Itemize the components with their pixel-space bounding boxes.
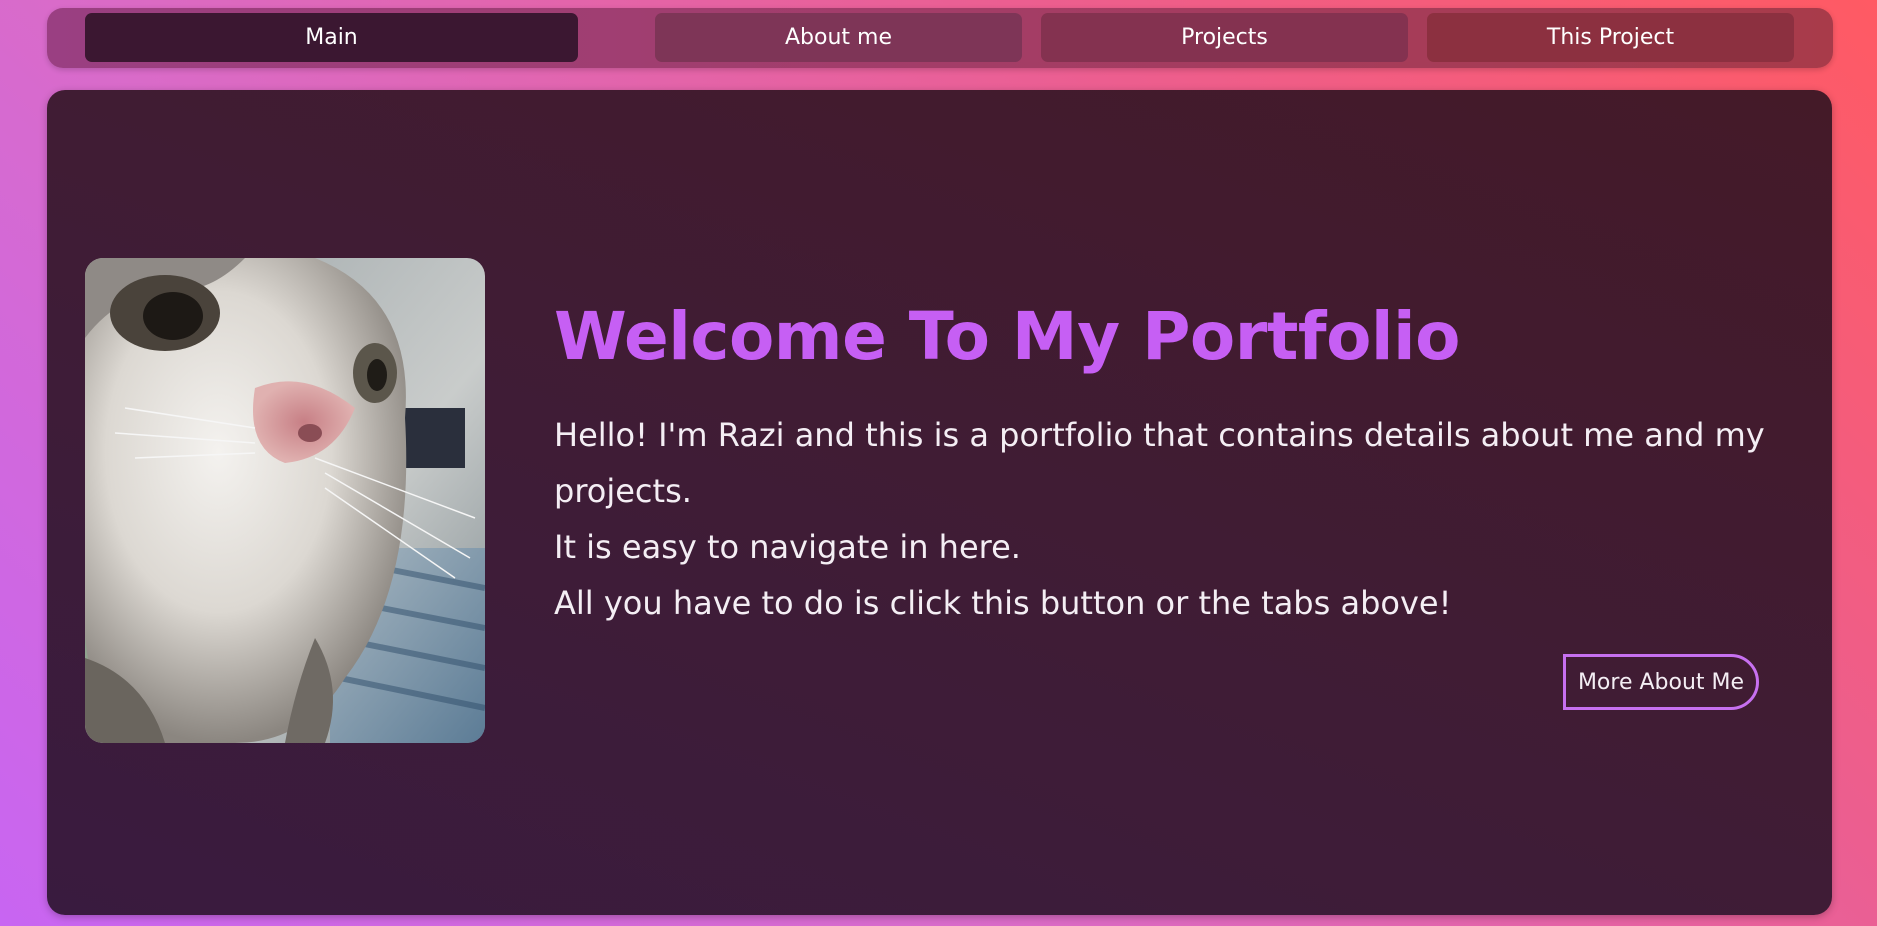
hero-card: Welcome To My Portfolio Hello! I'm Razi … [47, 90, 1832, 915]
page-title: Welcome To My Portfolio [554, 298, 1461, 375]
top-nav: Main About me Projects This Project [47, 8, 1833, 68]
intro-paragraph: Hello! I'm Razi and this is a portfolio … [554, 407, 1774, 631]
tab-this-project[interactable]: This Project [1427, 13, 1794, 62]
intro-line: All you have to do is click this button … [554, 584, 1452, 622]
tab-projects[interactable]: Projects [1041, 13, 1408, 62]
tab-about-me[interactable]: About me [655, 13, 1022, 62]
tab-main[interactable]: Main [85, 13, 578, 62]
profile-photo [85, 258, 485, 743]
intro-line: Hello! I'm Razi and this is a portfolio … [554, 416, 1765, 510]
intro-line: It is easy to navigate in here. [554, 528, 1021, 566]
more-about-me-button[interactable]: More About Me [1563, 654, 1759, 710]
